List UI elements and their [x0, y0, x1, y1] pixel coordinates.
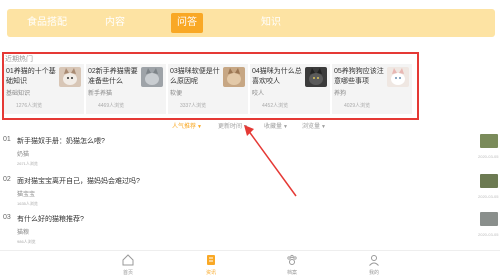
- hot-card-views: 4452人浏览: [262, 103, 289, 109]
- nav-home[interactable]: 首页: [108, 253, 148, 276]
- hot-card-category: 软便: [170, 91, 183, 97]
- list-item[interactable]: 02 面对猫宝宝离开自己，猫妈妈会难过吗? 猫宝宝 1635人浏览 2020-0…: [0, 174, 498, 216]
- list-item-views: 2671人浏览: [17, 161, 38, 166]
- nav-archive[interactable]: 档案: [272, 253, 312, 276]
- sort-views[interactable]: 浏览量▼: [302, 121, 326, 130]
- list-item[interactable]: 03 有什么好的猫粮推荐? 猫粮 986人浏览 2020-03-05: [0, 212, 498, 254]
- cat-photo-thumb: [141, 67, 163, 87]
- list-item-tag: 奶猫: [17, 152, 30, 158]
- list-item-title: 有什么好的猫粮推荐?: [17, 216, 84, 223]
- nav-label: 档案: [286, 270, 297, 276]
- list-item-tag: 猫粮: [17, 230, 30, 236]
- hot-card-title: 02新手养猫需要准备些什么: [88, 68, 138, 85]
- hot-card-views: 4029人浏览: [344, 103, 371, 109]
- tab-content[interactable]: 内容: [99, 9, 131, 37]
- hot-card-category: 基础知识: [6, 91, 31, 97]
- sort-popular[interactable]: 人气推荐▼: [172, 121, 202, 130]
- tab-food-pairing[interactable]: 食品搭配: [21, 9, 73, 37]
- home-icon: [122, 254, 134, 266]
- list-item-date: 2020-03-05: [478, 154, 499, 159]
- cat-photo-thumb: [480, 134, 498, 148]
- cat-photo-thumb: [305, 67, 327, 87]
- hot-card-category: 新手养猫: [88, 91, 113, 97]
- cat-photo-thumb: [223, 67, 245, 87]
- tab-knowledge[interactable]: 知识: [255, 9, 287, 37]
- hot-card-views: 4469人浏览: [98, 103, 125, 109]
- sort-favorites[interactable]: 收藏量▼: [264, 121, 288, 130]
- hot-card-title: 01养猫的十个基础知识: [6, 68, 56, 85]
- hot-card-title: 03猫咪软便是什么原因呢: [170, 68, 220, 85]
- list-item-views: 1635人浏览: [17, 201, 38, 206]
- list-item-views: 986人浏览: [17, 239, 36, 244]
- list-item-number: 02: [3, 176, 11, 183]
- list-item-date: 2020-03-05: [478, 194, 499, 199]
- nav-label: 我的: [368, 270, 379, 276]
- top-tab-bar: 食品搭配 内容 问答 知识: [7, 9, 495, 37]
- hot-card[interactable]: 02新手养猫需要准备些什么 新手养猫 4469人浏览: [86, 64, 166, 114]
- list-item-date: 2020-03-05: [478, 232, 499, 237]
- hot-card-title: 04猫咪为什么总喜欢咬人: [252, 68, 302, 85]
- caret-down-icon: ▼: [283, 124, 288, 130]
- bottom-navigation: 首页 资讯 档案 我的: [0, 250, 500, 279]
- hot-card[interactable]: 04猫咪为什么总喜欢咬人 咬人 4452人浏览: [250, 64, 330, 114]
- caret-down-icon: ▼: [197, 124, 202, 130]
- nav-label: 资讯: [205, 270, 216, 276]
- hot-card-category: 养狗: [334, 91, 347, 97]
- cat-photo-thumb: [387, 67, 409, 87]
- list-item-number: 03: [3, 214, 11, 221]
- list-item-tag: 猫宝宝: [17, 192, 36, 198]
- hot-card[interactable]: 01养猫的十个基础知识 基础知识 1276人浏览: [4, 64, 84, 114]
- hot-card[interactable]: 03猫咪软便是什么原因呢 软便 3337人浏览: [168, 64, 248, 114]
- hot-card-views: 1276人浏览: [16, 103, 43, 109]
- nav-profile[interactable]: 我的: [354, 253, 394, 276]
- caret-down-icon: ▼: [321, 124, 326, 130]
- nav-news[interactable]: 资讯: [191, 253, 231, 276]
- news-icon: [207, 255, 215, 265]
- hot-card-views: 3337人浏览: [180, 103, 207, 109]
- sort-updated[interactable]: 更新时间▼: [218, 121, 248, 130]
- hot-card[interactable]: 05养狗狗应该注意哪些事项 养狗 4029人浏览: [332, 64, 412, 114]
- hot-card-category: 咬人: [252, 91, 265, 97]
- list-item[interactable]: 01 新手猫奴手册：奶猫怎么喂? 奶猫 2671人浏览 2020-03-05: [0, 134, 498, 176]
- list-item-title: 面对猫宝宝离开自己，猫妈妈会难过吗?: [17, 178, 140, 185]
- paw-icon: [287, 254, 297, 265]
- cat-photo-thumb: [59, 67, 81, 87]
- tab-qa[interactable]: 问答: [171, 13, 203, 33]
- user-icon: [369, 255, 379, 266]
- nav-label: 首页: [122, 270, 133, 276]
- cat-photo-thumb: [480, 212, 498, 226]
- list-item-number: 01: [3, 136, 11, 143]
- list-item-title: 新手猫奴手册：奶猫怎么喂?: [17, 138, 105, 145]
- cat-photo-thumb: [480, 174, 498, 188]
- hot-card-title: 05养狗狗应该注意哪些事项: [334, 68, 384, 85]
- caret-down-icon: ▼: [243, 124, 248, 130]
